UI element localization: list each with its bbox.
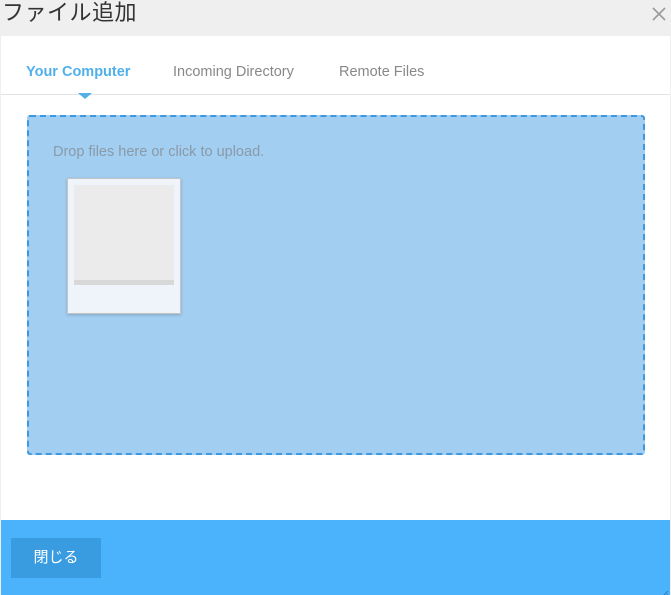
- tab-your-computer[interactable]: Your Computer: [26, 64, 130, 80]
- tab-bar: Your Computer Incoming Directory Remote …: [1, 36, 670, 99]
- file-thumbnail: [67, 178, 181, 314]
- tab-remote-files[interactable]: Remote Files: [339, 64, 424, 80]
- dialog-footer: 閉じる: [1, 520, 670, 595]
- thumbnail-progress-bar: [74, 280, 174, 285]
- dialog-titlebar: ファイル追加: [0, 0, 671, 36]
- dialog-content: Your Computer Incoming Directory Remote …: [1, 36, 670, 520]
- close-icon[interactable]: [651, 6, 667, 22]
- tab-incoming-directory[interactable]: Incoming Directory: [173, 64, 294, 80]
- active-tab-indicator: [78, 93, 92, 99]
- thumbnail-preview: [74, 185, 174, 280]
- upload-dropzone[interactable]: Drop files here or click to upload.: [27, 115, 645, 455]
- resize-grip-icon[interactable]: [659, 584, 669, 595]
- dropzone-hint: Drop files here or click to upload.: [53, 144, 265, 160]
- dialog-title: ファイル追加: [2, 1, 138, 26]
- close-button[interactable]: 閉じる: [11, 538, 101, 578]
